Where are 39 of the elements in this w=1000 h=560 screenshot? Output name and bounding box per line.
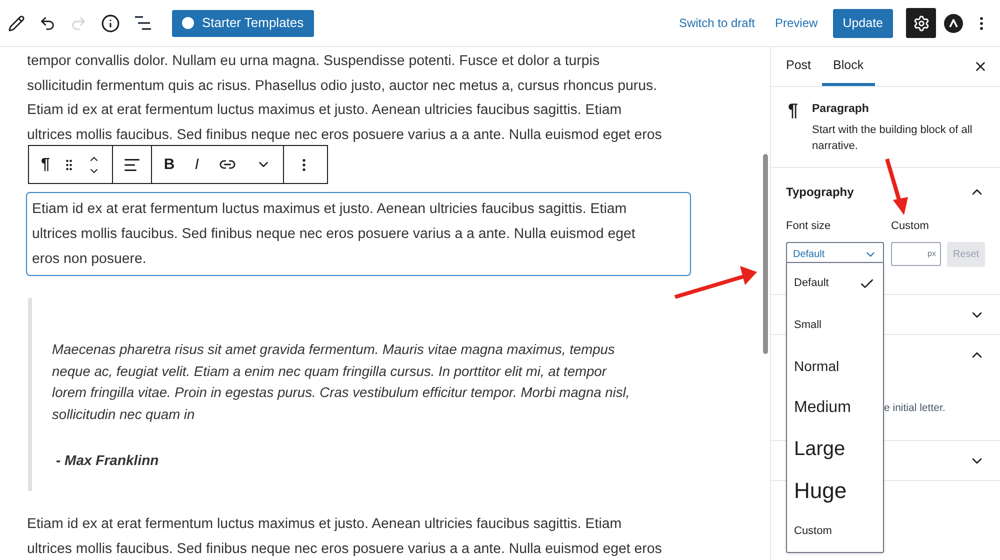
- starter-logo-icon: [182, 17, 194, 29]
- list-view-icon[interactable]: [134, 16, 152, 30]
- italic-button[interactable]: I: [194, 152, 199, 178]
- dropdown-option[interactable]: Normal: [787, 346, 883, 387]
- close-icon[interactable]: [973, 59, 988, 74]
- dropdown-option[interactable]: Default: [787, 263, 883, 304]
- dropdown-option[interactable]: Huge: [787, 469, 883, 511]
- block-title: Paragraph: [812, 102, 870, 117]
- info-icon[interactable]: [101, 14, 120, 32]
- paragraph-text: Etiam id ex at erat fermentum luctus maximus et justo. Aenean ultricies faucibus sagittis. Etiam ultrices mollis faucibus. Sed finibus neque nec eros posuere varius a a ante. Nulla euismod eget eros: [27, 515, 662, 559]
- preview-link[interactable]: Preview: [775, 14, 818, 32]
- switch-to-draft-link[interactable]: Switch to draft: [678, 14, 755, 32]
- quote-citation: - Max Franklinn: [56, 451, 159, 470]
- logo-icon[interactable]: [944, 14, 963, 32]
- paragraph-block-button[interactable]: ¶: [41, 152, 50, 178]
- pencil-icon[interactable]: [8, 14, 25, 32]
- scrollbar-thumb[interactable]: [763, 154, 768, 354]
- dropdown-option[interactable]: Medium: [787, 386, 883, 428]
- dropdown-option[interactable]: Custom: [787, 510, 883, 552]
- typography-heading[interactable]: Typography: [786, 183, 854, 201]
- quote-text: Maecenas pharetra risus sit amet gravida fermentum. Mauris vitae magna maximus, tempus neque ac, feugiat velit. Etiam a enim nec quam fringilla cursus. In porttitor elit mi, at tempor lorem fringilla vitae. Proin in egestas purus. Cras vestibulum efficitur tempor. Morbi magna nisl, sollicitudin nec quam in: [52, 341, 630, 424]
- block-description: Start with the building block of all narrative.: [812, 123, 974, 154]
- font-size-label: Font size: [786, 219, 832, 234]
- update-button[interactable]: Update: [832, 8, 893, 38]
- undo-icon[interactable]: [39, 14, 56, 32]
- dropdown-option[interactable]: Small: [787, 304, 883, 346]
- custom-size-field[interactable]: px: [891, 242, 941, 266]
- custom-label: Custom: [891, 219, 929, 234]
- gear-icon: [912, 14, 930, 32]
- dropdown-option[interactable]: Large: [787, 428, 883, 470]
- settings-button[interactable]: [906, 8, 936, 38]
- starter-templates-button[interactable]: Starter Templates: [172, 10, 314, 36]
- panel-help-text: e initial letter.: [884, 402, 946, 414]
- sidebar-tab[interactable]: Post: [775, 47, 822, 86]
- selected-paragraph[interactable]: Etiam id ex at erat fermentum luctus maximus et justo. Aenean ultricies faucibus sagittis. Etiam ultrices mollis faucibus. Sed finibus neque nec eros posuere varius a a ante. Nulla euismod eget eros non posuere.: [26, 192, 691, 276]
- sidebar-tab[interactable]: Block: [822, 47, 875, 86]
- bold-button[interactable]: B: [164, 152, 175, 178]
- paragraph-text: tempor convallis dolor. Nullam eu urna magna. Suspendisse potenti. Fusce et dolor a turpis sollicitudin fermentum quis ac risus. Phasellus odio justo, auctor nec metus a, cursus rhoncus purus. Etiam id ex at erat fermentum luctus maximus et justo. Aenean ultricies faucibus sagittis. Etiam ultrices mollis faucibus. Sed finibus neque nec eros posuere varius a a ante. Nulla euismod eget eros: [27, 52, 662, 145]
- block-type-icon: ¶: [788, 101, 798, 119]
